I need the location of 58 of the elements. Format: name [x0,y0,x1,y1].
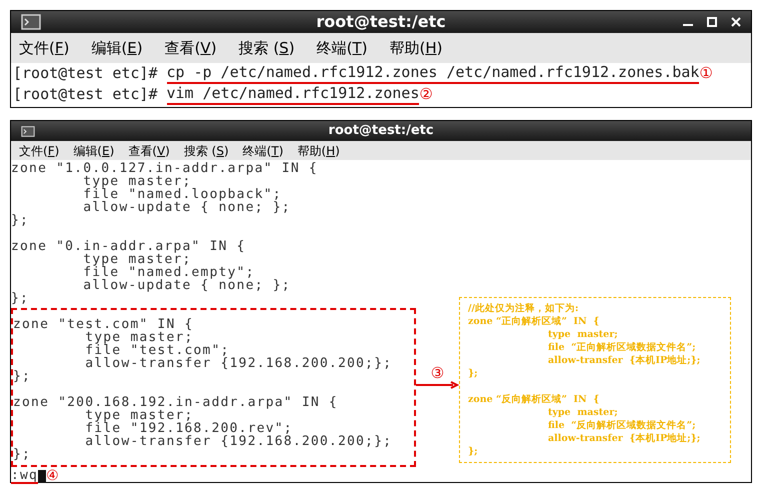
note-line: type master; [548,328,618,341]
note-line: }; [468,445,478,458]
note-line: type master; [548,406,618,419]
code-line: allow-update { none; }; [82,279,291,292]
code-line: }; [11,214,30,227]
note-line: allow-transfer {本机IP地址;}; [548,432,700,445]
code-line: }; [13,370,32,383]
code-line: file "test.com"; [84,344,230,357]
terminal-icon [21,126,35,136]
menu-item[interactable]: 文件(F) [19,36,70,60]
window-title: root@test:/etc [328,122,434,140]
code-line: allow-update { none; }; [82,201,291,214]
menu-item[interactable]: 搜索 (S) [238,36,295,60]
menu-item[interactable]: 查看(V) [128,142,170,160]
step-number: ① [699,64,713,83]
code-line: file "named.loopback"; [82,188,282,201]
window-title: root@test:/etc [316,11,446,33]
terminal-icon [21,14,41,30]
shell-command: vim /etc/named.rfc1912.zones [166,84,420,105]
note-line: allow-transfer {本机IP地址;}; [548,354,700,367]
text-cursor [38,470,46,483]
menu-item[interactable]: 文件(F) [19,142,60,160]
close-icon[interactable] [731,17,741,27]
menu-item[interactable]: 编辑(E) [73,142,114,160]
code-line: type master; [83,253,192,266]
note-line: }; [468,367,478,380]
step-number: ③ [430,366,444,381]
menu-item[interactable]: 搜索 (S) [184,142,229,160]
code-line: file "named.empty"; [82,266,255,279]
code-line: allow-transfer {192.168.200.200;}; [84,357,392,370]
menu-item[interactable]: 编辑(E) [91,36,143,60]
menu-item[interactable]: 帮助(H) [297,142,340,160]
code-line: zone "test.com" IN { [13,318,194,331]
menu-item[interactable]: 终端(T) [242,142,284,160]
code-line: allow-transfer {192.168.200.200;}; [84,435,392,448]
note-line: file “正向解析区域数据文件名”; [548,341,696,354]
shell-prompt: [root@test etc]# [13,85,158,104]
code-line: type master; [84,331,194,344]
code-line: zone "0.in-addr.arpa" IN { [11,240,246,253]
step-number: ④ [46,470,59,483]
code-line: zone "1.0.0.127.in-addr.arpa" IN { [11,162,318,175]
code-line: }; [11,292,30,305]
note-comment: //此处仅为注释，如下为: [468,302,578,315]
code-line: file "192.168.200.rev"; [84,422,293,435]
menu-item[interactable]: 查看(V) [164,36,217,60]
note-line: file “反向解析区域数据文件名”; [548,419,696,432]
note-line: zone “反向解析区域” IN { [468,393,600,406]
code-line: }; [13,448,32,461]
code-line: type master; [85,409,194,422]
step-number: ② [419,85,433,104]
shell-command: cp -p /etc/named.rfc1912.zones /etc/named.rfc1912.zones.bak [166,63,700,84]
note-line: zone “正向解析区域” IN { [468,315,600,328]
maximize-icon[interactable] [707,17,717,27]
menu-item[interactable]: 终端(T) [316,36,368,60]
menu-item[interactable]: 帮助(H) [389,36,442,60]
code-line: zone "200.168.192.in-addr.arpa" IN { [13,396,338,409]
shell-prompt: [root@test etc]# [13,64,158,83]
code-line: type master; [83,175,192,188]
